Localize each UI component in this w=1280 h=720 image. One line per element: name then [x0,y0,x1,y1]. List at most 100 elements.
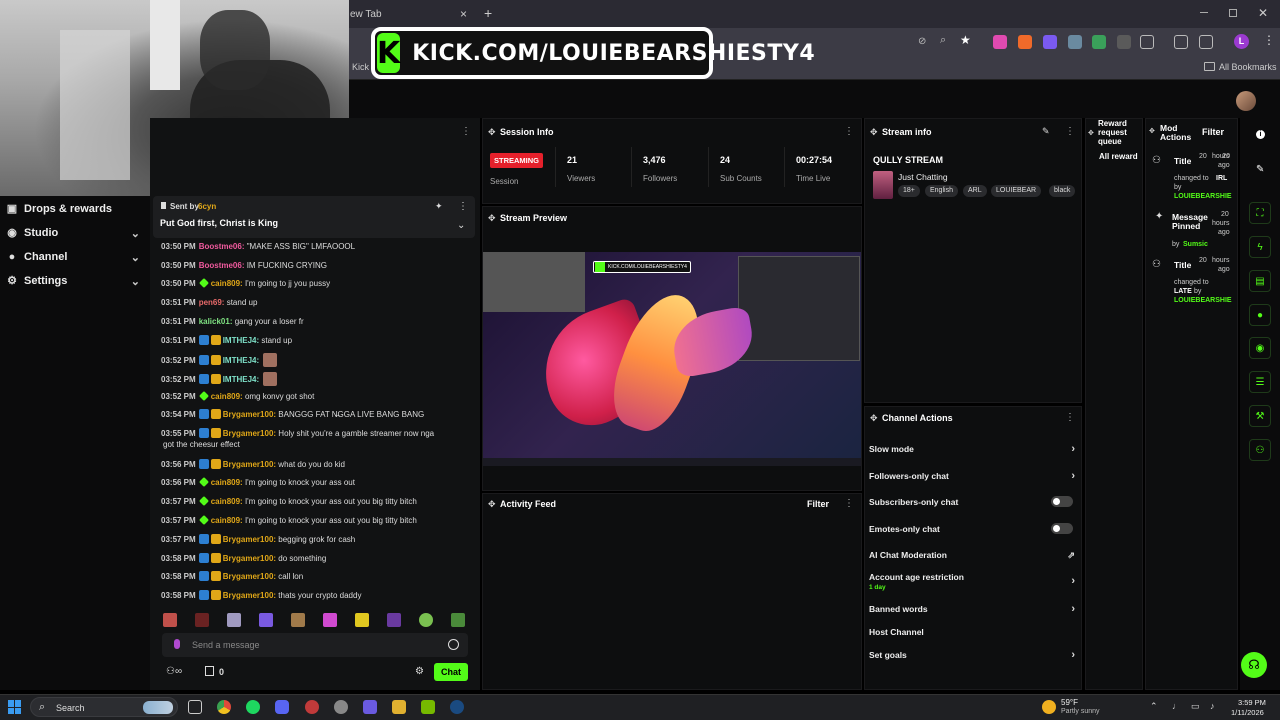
move-icon[interactable]: ✥ [870,413,878,424]
stream-preview-video[interactable]: KICK.COM/LOUIEBEARSHIESTY4 [483,252,861,466]
emote-icon[interactable] [259,613,273,627]
extension-icon[interactable] [993,35,1007,49]
chat-message[interactable]: 03:57 PM cain809: I'm going to knock your… [161,496,471,507]
account-age-row[interactable]: Account age restriction › [869,572,1077,587]
tab-title[interactable]: ew Tab [350,9,382,20]
bookmark-star-icon[interactable]: ★ [960,33,971,47]
sidebar-item-channel[interactable]: ● Channel ⌄ [6,247,140,267]
chat-username[interactable]: IMTHEJ4: [223,375,259,384]
chat-username[interactable]: Boostme06: [199,242,245,251]
save-icon[interactable] [1199,35,1213,49]
chrome-taskbar-icon[interactable] [217,700,231,714]
rail-broadcast-icon[interactable]: ◉ [1249,337,1271,359]
new-tab-button[interactable]: + [484,5,492,21]
chat-message[interactable]: 03:52 PM cain809: omg konvy got shot [161,391,471,402]
move-icon[interactable]: ✥ [488,499,496,510]
chat-username[interactable]: IMTHEJ4: [223,356,259,365]
emote-icon[interactable] [387,613,401,627]
extension-icon[interactable] [1068,35,1082,49]
no-camera-icon[interactable]: ⊘ [918,36,926,47]
chat-message[interactable]: 03:58 PM Brygamer100: thats your crypto d… [161,590,471,601]
rail-wrench-icon[interactable]: ⚒ [1249,405,1271,427]
emotes-only-toggle[interactable] [1051,523,1073,534]
windows-start-icon[interactable] [8,700,22,714]
activity-filter-button[interactable]: Filter [807,499,829,509]
chat-username[interactable]: cain809: [211,392,243,401]
chevron-down-icon[interactable]: ⌄ [457,220,465,231]
emote-icon[interactable] [227,613,241,627]
category-name[interactable]: Just Chatting [898,172,948,182]
sidebar-item-settings[interactable]: ⚙ Settings ⌄ [6,271,140,291]
unpin-icon[interactable]: ✦ [435,201,443,212]
chat-send-button[interactable]: Chat [434,663,468,681]
task-view-icon[interactable] [188,700,202,714]
host-channel-row[interactable]: Host Channel [869,627,1077,637]
activity-more-icon[interactable]: ⋮ [844,498,854,509]
chat-username[interactable]: cain809: [211,497,243,506]
chat-message[interactable]: 03:57 PM Brygamer100: begging grok for ca… [161,534,471,545]
puzzle-icon[interactable] [1140,35,1154,49]
nvidia-icon[interactable] [421,700,435,714]
chat-message[interactable]: 03:55 PM Brygamer100: Holy shit you're a … [161,428,471,439]
support-icon[interactable]: ☊ [1241,652,1267,678]
sidebar-item-drops-rewards[interactable]: ▣ Drops & rewards [6,199,140,219]
app-icon[interactable] [305,700,319,714]
chat-message[interactable]: 03:56 PM cain809: I'm going to knock your… [161,477,471,488]
chat-username[interactable]: kalick01: [199,317,233,326]
chat-more-icon[interactable]: ⋮ [461,126,471,137]
settings-icon[interactable] [334,700,348,714]
chat-username[interactable]: IMTHEJ4: [223,336,259,345]
emote-icon[interactable] [355,613,369,627]
sidebar-item-studio[interactable]: ◉ Studio ⌄ [6,223,140,243]
chat-username[interactable]: cain809: [211,279,243,288]
move-icon[interactable]: ✥ [488,127,496,138]
emote-icon[interactable] [291,613,305,627]
spotify-icon[interactable] [246,700,260,714]
microphone-tray-icon[interactable]: ♩ [1172,701,1181,711]
chat-message[interactable]: 03:52 PM IMTHEJ4: [161,353,471,367]
all-rewards-tab[interactable]: All reward [1099,152,1138,161]
emote-icon[interactable] [451,613,465,627]
move-icon[interactable]: ✥ [1088,129,1094,137]
bookmark-kick[interactable]: Kick [352,62,369,72]
chat-username[interactable]: Brygamer100: [223,554,276,563]
chat-username[interactable]: Brygamer100: [223,410,276,419]
chat-message[interactable]: 03:52 PM IMTHEJ4: [161,372,471,386]
move-icon[interactable]: ✥ [1149,127,1155,135]
category-thumbnail[interactable] [873,171,893,199]
network-icon[interactable]: ▭ [1191,701,1200,712]
zoom-icon[interactable]: ⌕ [940,34,946,47]
followers-only-row[interactable]: Followers-only chat › [869,470,1077,482]
slow-mode-row[interactable]: Slow mode › [869,443,1077,455]
edit-icon[interactable]: ✎ [1256,164,1264,175]
profile-avatar[interactable]: L [1234,34,1249,49]
rail-chat-icon[interactable]: ● [1249,304,1271,326]
volume-icon[interactable]: ♪ [1210,701,1215,711]
more-menu-icon[interactable]: ⋮ [1263,33,1275,47]
steam-icon[interactable] [450,700,464,714]
minimize-icon[interactable] [1200,12,1208,13]
chat-message[interactable]: 03:56 PM Brygamer100: what do you do kid [161,459,471,470]
chat-settings-icon[interactable]: ⚙ [415,666,424,677]
session-more-icon[interactable]: ⋮ [844,126,854,137]
chat-message[interactable]: 03:50 PM Boostme06: "MAKE ASS BIG" LMFAOO… [161,241,471,252]
clock-date[interactable]: 1/11/2026 [1231,708,1264,717]
banned-words-row[interactable]: Banned words › [869,603,1077,615]
chat-message[interactable]: 03:51 PM IMTHEJ4: stand up [161,335,471,346]
rail-lightning-icon[interactable]: ϟ [1249,236,1271,258]
file-explorer-icon[interactable] [392,700,406,714]
chat-username[interactable]: Brygamer100: [223,460,276,469]
chat-message[interactable]: 03:50 PM Boostme06: IM FUCKING CRYING [161,260,471,271]
pencil-icon[interactable]: ✎ [1042,126,1050,137]
tray-expand-icon[interactable]: ⌃ [1150,701,1158,712]
taskbar-search[interactable]: ⌕ Search [30,697,178,717]
pinned-more-icon[interactable]: ⋮ [458,201,468,212]
stream-info-more-icon[interactable]: ⋮ [1065,126,1075,137]
all-bookmarks[interactable]: All Bookmarks [1219,62,1277,72]
channel-actions-more-icon[interactable]: ⋮ [1065,412,1075,423]
extension-icon[interactable] [1043,35,1057,49]
chat-input[interactable]: Send a message [162,633,468,657]
extension-icon[interactable] [1092,35,1106,49]
cast-icon[interactable] [1174,35,1188,49]
rail-list-icon[interactable]: ☰ [1249,371,1271,393]
